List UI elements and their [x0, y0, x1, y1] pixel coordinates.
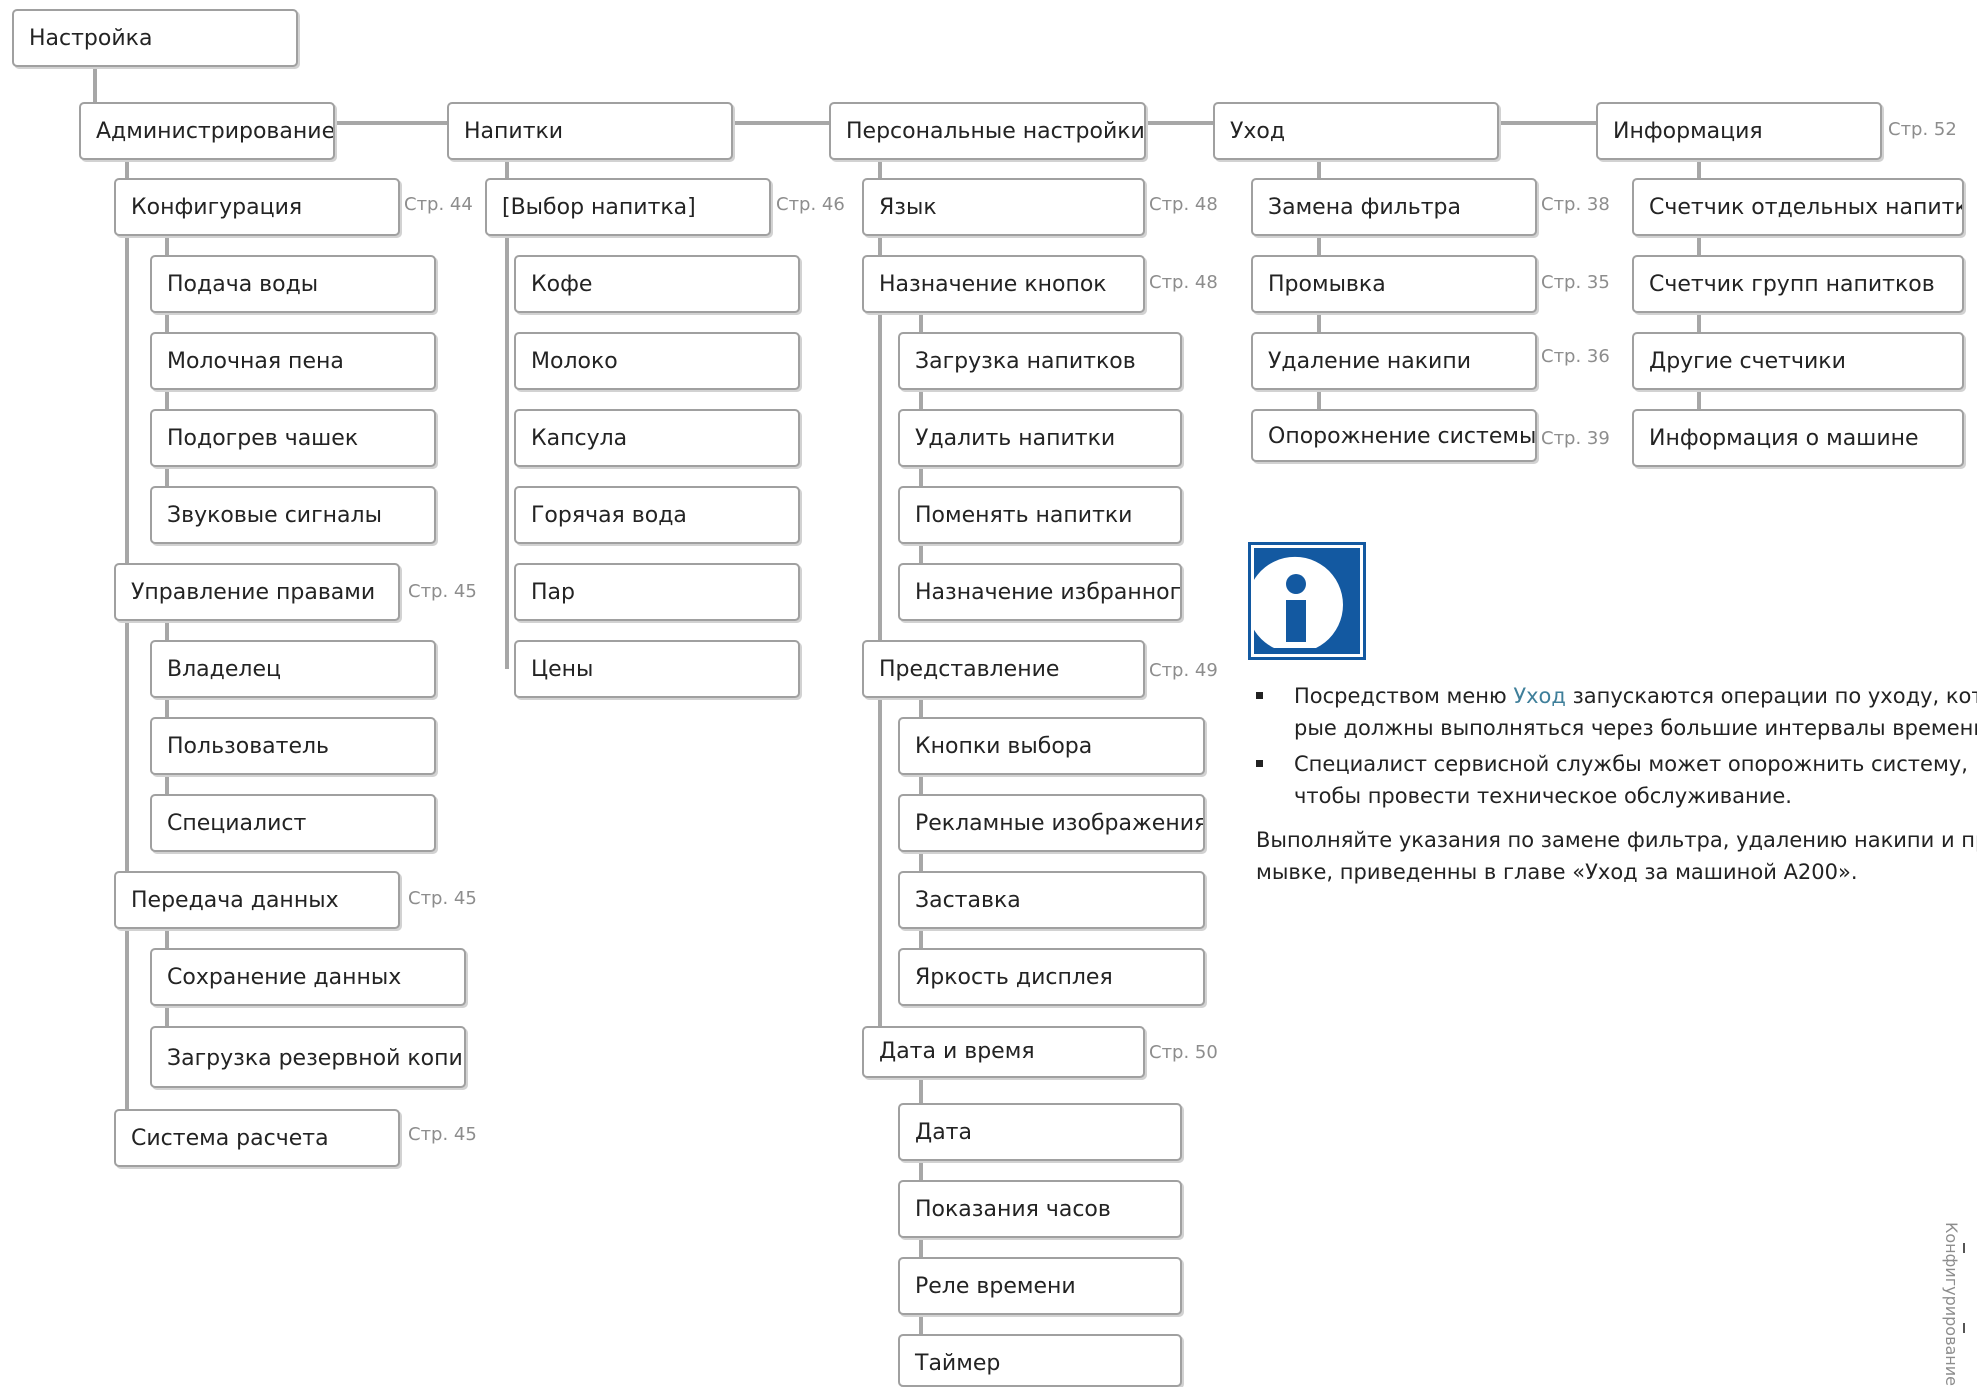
- node-filter-replacement: Замена фильтра: [1251, 178, 1537, 236]
- note-text: запускаются операции по уходу, кото-: [1565, 684, 1977, 708]
- node-cup-warmer: Подогрев чашек: [150, 409, 436, 467]
- node-milk: Молоко: [514, 332, 800, 390]
- node-empty-system: Опорожнение системы: [1251, 409, 1537, 462]
- note-text: рые должны выполняться через большие инт…: [1294, 716, 1977, 740]
- node-load-backup: Загрузка резервной копии: [150, 1026, 466, 1088]
- node-timer: Таймер: [898, 1334, 1182, 1387]
- note-bullet-1: Посредством меню Уход запускаются операц…: [1294, 680, 1977, 744]
- note-text: чтобы провести техническое обслуживание.: [1294, 784, 1792, 808]
- node-specialist: Специалист: [150, 794, 436, 852]
- node-selection-buttons: Кнопки выбора: [898, 717, 1205, 775]
- node-drinks: Напитки: [447, 102, 733, 160]
- node-drink-selection: [Выбор напитка]: [485, 178, 771, 236]
- node-time-relay: Реле времени: [898, 1257, 1182, 1315]
- note-text: Посредством меню: [1294, 684, 1514, 708]
- node-swap-drinks: Поменять напитки: [898, 486, 1182, 544]
- bullet-marker: [1256, 692, 1263, 699]
- node-save-data: Сохранение данных: [150, 948, 466, 1006]
- node-display-brightness: Яркость дисплея: [898, 948, 1205, 1006]
- node-configuration: Конфигурация: [114, 178, 400, 236]
- node-rinsing: Промывка: [1251, 255, 1537, 313]
- bullet-marker: [1256, 760, 1263, 767]
- node-hot-water: Горячая вода: [514, 486, 800, 544]
- node-coffee: Кофе: [514, 255, 800, 313]
- node-presentation: Представление: [862, 640, 1145, 698]
- connector-line: [125, 159, 129, 1169]
- node-billing-system: Система расчета: [114, 1109, 400, 1167]
- page-ref: Стр. 35: [1541, 272, 1610, 293]
- node-clock-display: Показания часов: [898, 1180, 1182, 1238]
- page-ref: Стр. 50: [1149, 1042, 1218, 1063]
- node-button-assignment: Назначение кнопок: [862, 255, 1145, 313]
- node-ad-images: Рекламные изображения: [898, 794, 1205, 852]
- page-ref: Стр. 52: [1888, 119, 1957, 140]
- node-administration: Администрирование: [79, 102, 335, 160]
- page-ref: Стр. 36: [1541, 346, 1610, 367]
- node-other-counters: Другие счетчики: [1632, 332, 1964, 390]
- page-ref: Стр. 45: [408, 581, 477, 602]
- page-ref: Стр. 48: [1149, 194, 1218, 215]
- page-ref: Стр. 39: [1541, 428, 1610, 449]
- node-language: Язык: [862, 178, 1145, 236]
- node-data-transfer: Передача данных: [114, 871, 400, 929]
- node-date-time: Дата и время: [862, 1026, 1145, 1078]
- node-screensaver: Заставка: [898, 871, 1205, 929]
- info-icon: [1248, 542, 1366, 660]
- node-load-drinks: Загрузка напитков: [898, 332, 1182, 390]
- node-user: Пользователь: [150, 717, 436, 775]
- node-water-supply: Подача воды: [150, 255, 436, 313]
- node-root-settings: Настройка: [12, 9, 298, 67]
- page-ref: Стр. 45: [408, 1124, 477, 1145]
- node-drink-group-counter: Счетчик групп напитков: [1632, 255, 1964, 313]
- node-owner: Владелец: [150, 640, 436, 698]
- node-personal-settings: Персональные настройки: [829, 102, 1146, 160]
- page-ref: Стр. 45: [408, 888, 477, 909]
- node-information: Информация: [1596, 102, 1882, 160]
- note-bullet-2: Специалист сервисной службы может опорож…: [1294, 748, 1968, 812]
- node-capsule: Капсула: [514, 409, 800, 467]
- note-paragraph: Выполняйте указания по замене фильтра, у…: [1256, 824, 1977, 888]
- node-single-drink-counter: Счетчик отдельных напитков: [1632, 178, 1964, 236]
- side-tick: [1963, 1243, 1965, 1253]
- node-rights-management: Управление правами: [114, 563, 400, 621]
- note-text: мывке, приведенны в главе «Уход за машин…: [1256, 860, 1858, 884]
- node-milk-foam: Молочная пена: [150, 332, 436, 390]
- page-ref: Стр. 44: [404, 194, 473, 215]
- node-date: Дата: [898, 1103, 1182, 1161]
- page-ref: Стр. 38: [1541, 194, 1610, 215]
- page-ref: Стр. 49: [1149, 660, 1218, 681]
- node-descaling: Удаление накипи: [1251, 332, 1537, 390]
- side-tick: [1963, 1323, 1965, 1333]
- node-sound-signals: Звуковые сигналы: [150, 486, 436, 544]
- care-menu-link[interactable]: Уход: [1513, 684, 1566, 708]
- page-ref: Стр. 48: [1149, 272, 1218, 293]
- node-care: Уход: [1213, 102, 1499, 160]
- node-machine-info: Информация о машине: [1632, 409, 1964, 467]
- node-steam: Пар: [514, 563, 800, 621]
- side-chapter-label: Конфигурирование: [1942, 1222, 1961, 1386]
- page-ref: Стр. 46: [776, 194, 845, 215]
- node-prices: Цены: [514, 640, 800, 698]
- note-text: Специалист сервисной службы может опорож…: [1294, 752, 1968, 776]
- node-delete-drinks: Удалить напитки: [898, 409, 1182, 467]
- node-assign-favorites: Назначение избранного: [898, 563, 1182, 621]
- note-text: Выполняйте указания по замене фильтра, у…: [1256, 828, 1977, 852]
